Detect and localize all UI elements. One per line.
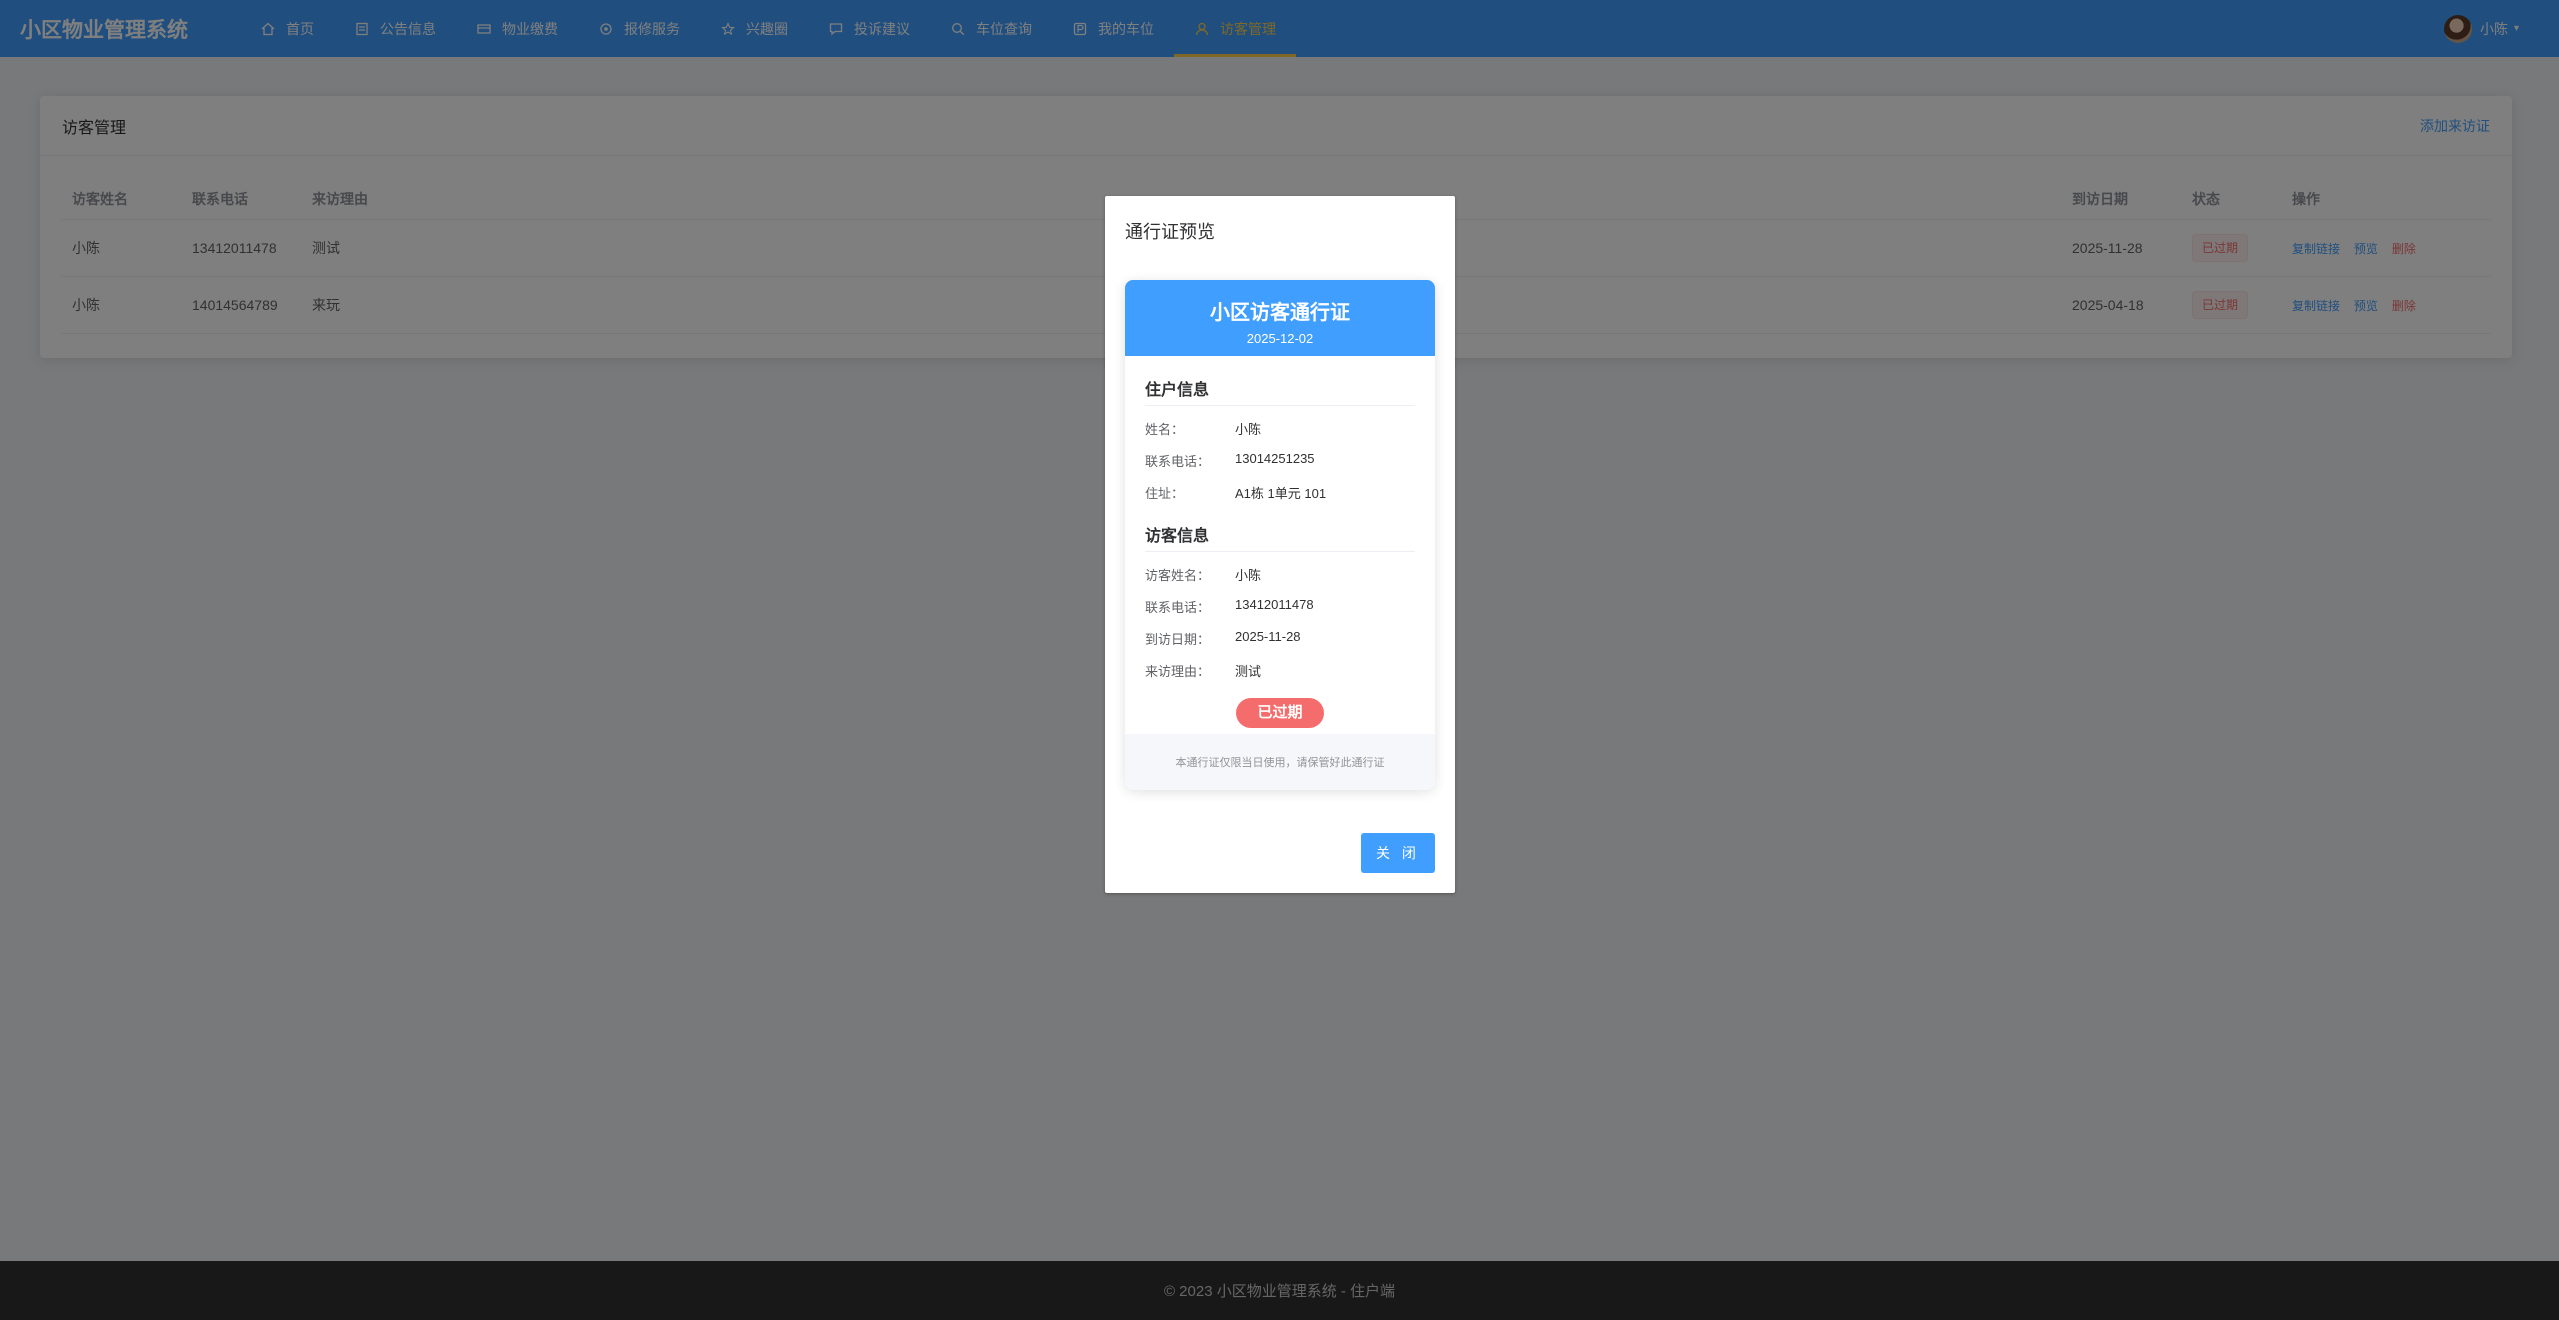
field-value: 测试 — [1235, 664, 1262, 679]
pass-footer: 本通行证仅限当日使用，请保管好此通行证 — [1125, 734, 1435, 790]
field-value: 13014251235 — [1235, 451, 1315, 466]
page: 小区物业管理系统 首页 公告信息 物业缴费 报修服务 兴趣圈 — [0, 0, 2559, 1320]
field-value: 小陈 — [1235, 568, 1262, 583]
field-value: A1栋 1单元 101 — [1235, 486, 1327, 501]
field-label: 到访日期： — [1145, 632, 1211, 647]
field-value: 小陈 — [1235, 422, 1262, 437]
visitor-pass: 小区访客通行证 2025-12-02 住户信息 姓名： 小陈 联系电话： 130… — [1125, 280, 1435, 790]
resident-row: 姓名： 小陈 — [1145, 419, 1415, 438]
visitor-section-title: 访客信息 — [1145, 522, 1415, 552]
resident-row: 联系电话： 13014251235 — [1145, 451, 1415, 470]
field-value: 13412011478 — [1235, 597, 1314, 612]
close-button[interactable]: 关 闭 — [1361, 833, 1435, 873]
field-label: 住址： — [1145, 486, 1185, 501]
pass-notice: 本通行证仅限当日使用，请保管好此通行证 — [1175, 757, 1385, 769]
pass-header: 小区访客通行证 2025-12-02 — [1125, 280, 1435, 356]
visitor-row: 到访日期： 2025-11-28 — [1145, 629, 1415, 648]
field-value: 2025-11-28 — [1235, 629, 1301, 644]
visitor-row: 来访理由： 测试 — [1145, 661, 1415, 680]
dialog-title: 通行证预览 — [1125, 222, 1215, 242]
field-label: 访客姓名： — [1145, 568, 1211, 583]
pass-status-badge: 已过期 — [1236, 698, 1324, 728]
field-label: 联系电话： — [1145, 600, 1211, 615]
pass-title: 小区访客通行证 — [1210, 302, 1350, 324]
field-label: 联系电话： — [1145, 454, 1211, 469]
resident-section-title: 住户信息 — [1145, 376, 1415, 406]
pass-date: 2025-12-02 — [1246, 331, 1314, 346]
visitor-row: 联系电话： 13412011478 — [1145, 597, 1415, 616]
resident-row: 住址： A1栋 1单元 101 — [1145, 483, 1415, 502]
field-label: 来访理由： — [1145, 664, 1211, 679]
field-label: 姓名： — [1145, 422, 1185, 437]
visitor-row: 访客姓名： 小陈 — [1145, 565, 1415, 584]
pass-preview-dialog: 通行证预览 小区访客通行证 2025-12-02 住户信息 姓名： 小陈 联系电… — [1105, 196, 1455, 893]
